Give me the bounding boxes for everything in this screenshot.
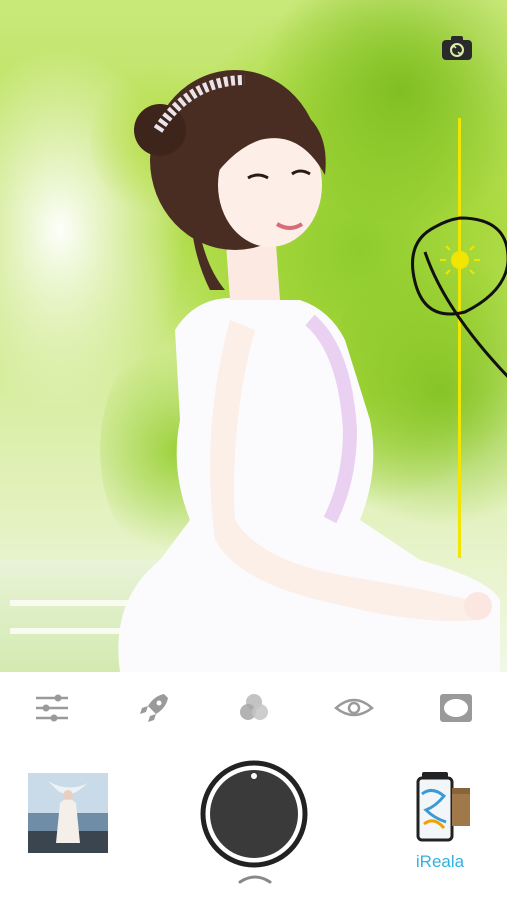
gallery-thumbnail[interactable] [28, 773, 108, 853]
color-filter-icon[interactable] [234, 690, 274, 726]
film-roll-icon[interactable] [414, 770, 472, 842]
adjust-sliders-icon[interactable] [32, 690, 72, 726]
chevron-up-icon[interactable] [238, 872, 272, 884]
shutter-button[interactable] [200, 760, 308, 868]
vignette-icon[interactable] [436, 690, 476, 726]
sun-icon[interactable] [438, 238, 482, 282]
film-label[interactable]: iReala [400, 852, 480, 872]
rocket-icon[interactable] [134, 690, 174, 726]
eye-icon[interactable] [334, 690, 374, 726]
camera-viewfinder[interactable] [0, 0, 507, 672]
camera-switch-icon[interactable] [440, 34, 474, 62]
